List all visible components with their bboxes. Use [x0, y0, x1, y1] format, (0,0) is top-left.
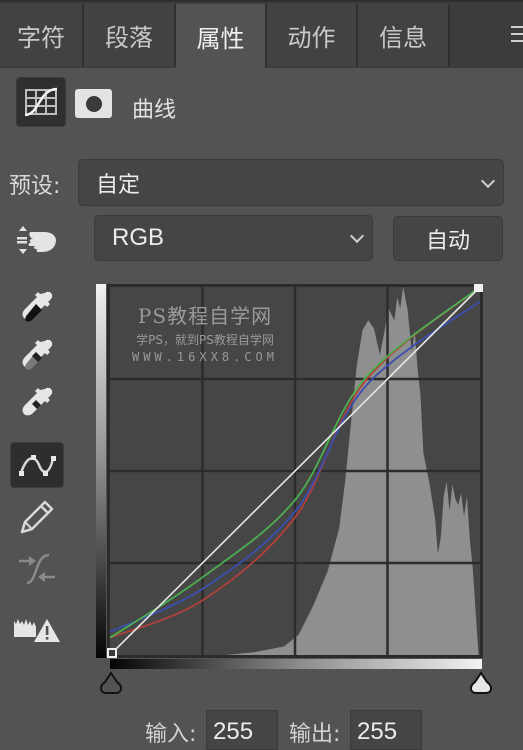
edit-points-curve-icon: [19, 455, 56, 476]
edit-points-button[interactable]: [10, 442, 64, 488]
tab-label: 动作: [287, 23, 336, 52]
tab-label: 段落: [105, 23, 153, 52]
input-field[interactable]: 255: [206, 710, 278, 750]
black-point-eyedropper-icon: [22, 291, 53, 322]
output-field[interactable]: 255: [350, 710, 422, 750]
black-point-eyedropper-button[interactable]: [10, 286, 64, 332]
chevron-down-icon: [349, 228, 365, 244]
channel-dropdown[interactable]: RGB: [94, 215, 373, 261]
white-point-handle: [474, 284, 483, 292]
output-label: 输出:: [289, 722, 341, 747]
black-input-slider[interactable]: [98, 671, 124, 695]
smooth-curve-button[interactable]: [10, 546, 64, 592]
gray-point-eyedropper-icon: [22, 339, 53, 370]
white-point-eyedropper-button[interactable]: [10, 382, 64, 428]
preset-dropdown[interactable]: 自定: [78, 159, 504, 206]
tab-paragraph[interactable]: 段落: [84, 4, 176, 66]
preset-value: 自定: [96, 172, 141, 198]
gray-point-eyedropper-button[interactable]: [10, 334, 64, 380]
tab-character[interactable]: 字符: [0, 4, 84, 66]
smooth-curve-icon: [19, 553, 55, 585]
draw-pencil-button[interactable]: [10, 494, 64, 540]
auto-button[interactable]: 自动: [393, 216, 503, 261]
tab-label: 信息: [379, 23, 427, 52]
tab-properties[interactable]: 属性: [176, 4, 267, 68]
input-label: 输入:: [145, 722, 197, 747]
on-image-adjust-icon[interactable]: [14, 224, 60, 256]
tab-label: 属性: [196, 24, 245, 53]
preset-label: 预设:: [9, 174, 61, 199]
black-point-handle: [107, 648, 117, 658]
curves-adjustment-icon[interactable]: [16, 77, 66, 127]
layer-mask-icon[interactable]: [75, 89, 112, 118]
curves-graph[interactable]: [107, 284, 483, 658]
clipping-warning-button[interactable]: [10, 604, 64, 650]
tab-actions[interactable]: 动作: [267, 4, 358, 66]
chevron-down-icon: [480, 173, 496, 188]
tab-info[interactable]: 信息: [358, 4, 450, 66]
draw-pencil-icon: [20, 500, 54, 534]
adjustment-title: 曲线: [132, 98, 177, 123]
white-point-eyedropper-icon: [22, 387, 53, 416]
input-gradient-bar: [110, 659, 482, 669]
tab-label: 字符: [17, 23, 65, 52]
panel-tab-bar: 字符 段落 属性 动作 信息: [0, 0, 523, 68]
hamburger-menu-icon[interactable]: [511, 26, 523, 42]
clipping-warning-icon: [14, 619, 60, 642]
white-input-slider[interactable]: [468, 671, 494, 695]
output-gradient-bar: [96, 284, 106, 658]
channel-value: RGB: [112, 224, 165, 251]
